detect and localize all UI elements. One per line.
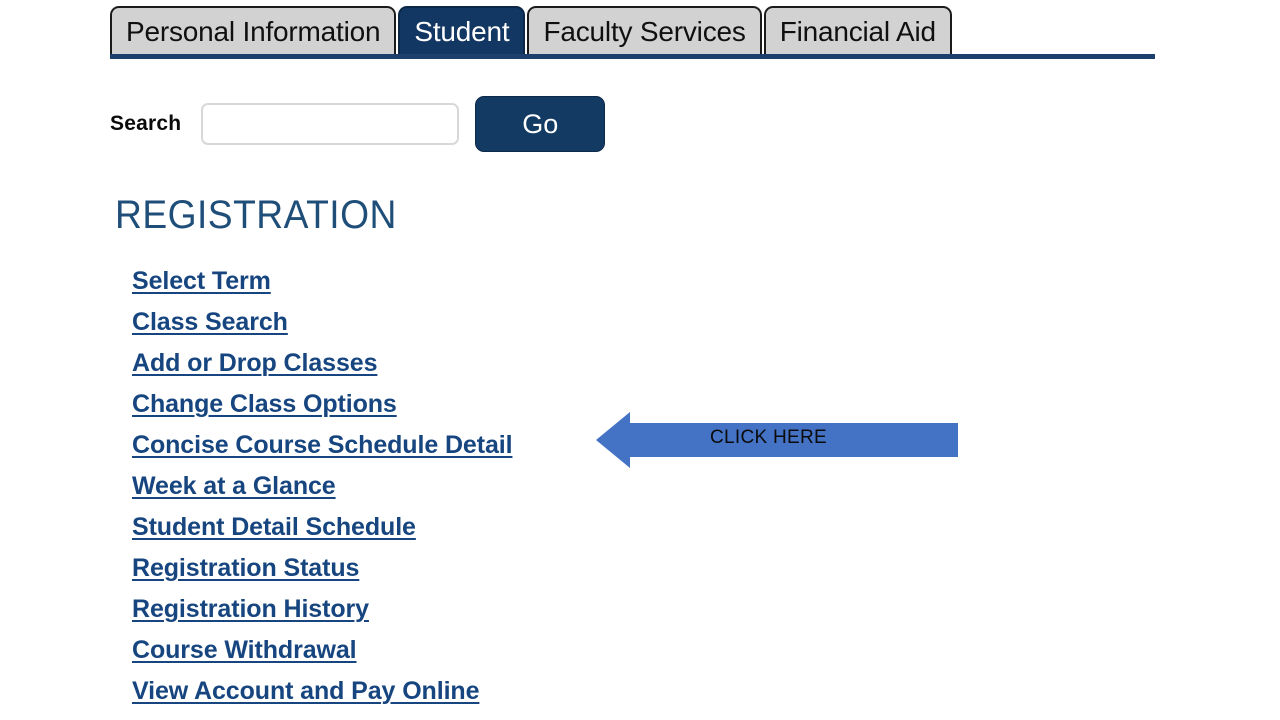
link-course-withdrawal[interactable]: Course Withdrawal (132, 633, 357, 674)
search-label: Search (110, 112, 182, 135)
link-week-at-a-glance[interactable]: Week at a Glance (132, 469, 336, 510)
search-go-button[interactable]: Go (475, 96, 606, 152)
tab-bar-underline (110, 54, 1155, 59)
tab-label: Financial Aid (779, 16, 936, 47)
click-here-label: CLICK HERE (710, 427, 828, 448)
tab-label: Faculty Services (543, 16, 746, 47)
link-change-class-options[interactable]: Change Class Options (132, 387, 397, 428)
tab-financial-aid[interactable]: Financial Aid (763, 6, 952, 56)
link-student-detail-schedule[interactable]: Student Detail Schedule (132, 510, 416, 551)
link-concise-course-schedule-detail[interactable]: Concise Course Schedule Detail (132, 428, 513, 469)
tab-label: Personal Information (126, 16, 381, 47)
tab-personal-information[interactable]: Personal Information (110, 6, 397, 56)
tab-student[interactable]: Student (398, 6, 526, 56)
tab-label: Student (414, 16, 510, 47)
link-class-search[interactable]: Class Search (132, 305, 288, 346)
link-registration-status[interactable]: Registration Status (132, 551, 359, 592)
search-input[interactable] (201, 103, 460, 145)
page-title: REGISTRATION (115, 193, 397, 237)
main-tab-bar: Personal Information Student Faculty Ser… (110, 0, 952, 56)
link-add-or-drop-classes[interactable]: Add or Drop Classes (132, 346, 377, 387)
link-select-term[interactable]: Select Term (132, 264, 271, 305)
search-bar: Search Go (110, 95, 606, 153)
registration-menu-list: Select Term Class Search Add or Drop Cla… (132, 264, 513, 715)
tab-faculty-services[interactable]: Faculty Services (527, 6, 762, 56)
link-registration-history[interactable]: Registration History (132, 592, 369, 633)
link-view-account-and-pay-online[interactable]: View Account and Pay Online (132, 674, 479, 715)
